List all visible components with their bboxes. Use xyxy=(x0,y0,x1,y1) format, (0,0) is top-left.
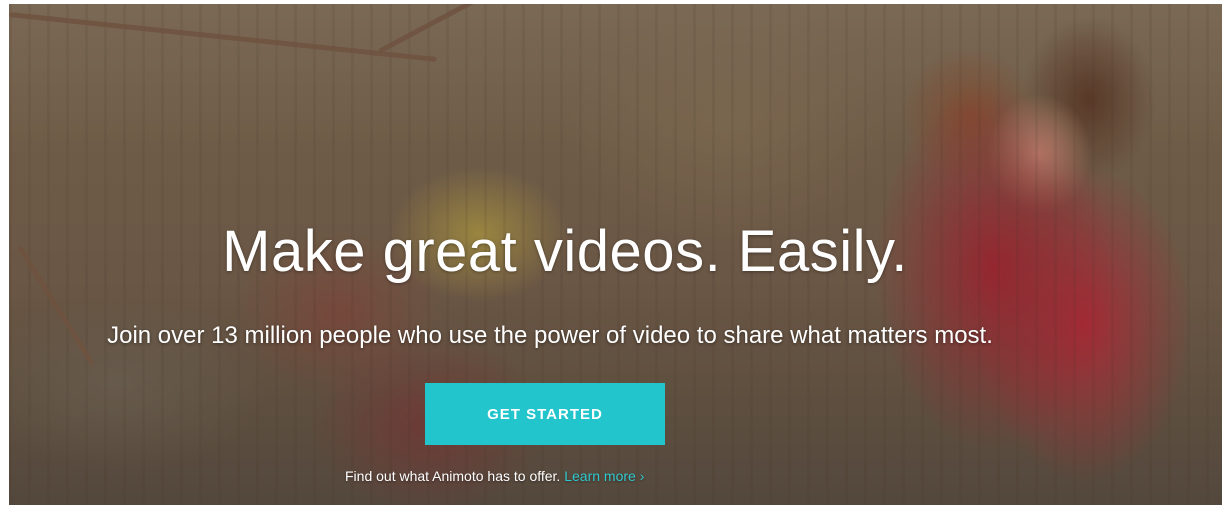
offer-text: Find out what Animoto has to offer. xyxy=(345,468,561,484)
offer-line: Find out what Animoto has to offer. Lear… xyxy=(345,468,765,484)
background-branch xyxy=(377,4,566,54)
get-started-button[interactable]: GET STARTED xyxy=(425,383,665,445)
background-branch xyxy=(9,12,437,62)
hero-subheadline: Join over 13 million people who use the … xyxy=(107,322,993,349)
hero-headline: Make great videos. Easily. xyxy=(222,219,908,284)
learn-more-link[interactable]: Learn more › xyxy=(564,468,644,484)
